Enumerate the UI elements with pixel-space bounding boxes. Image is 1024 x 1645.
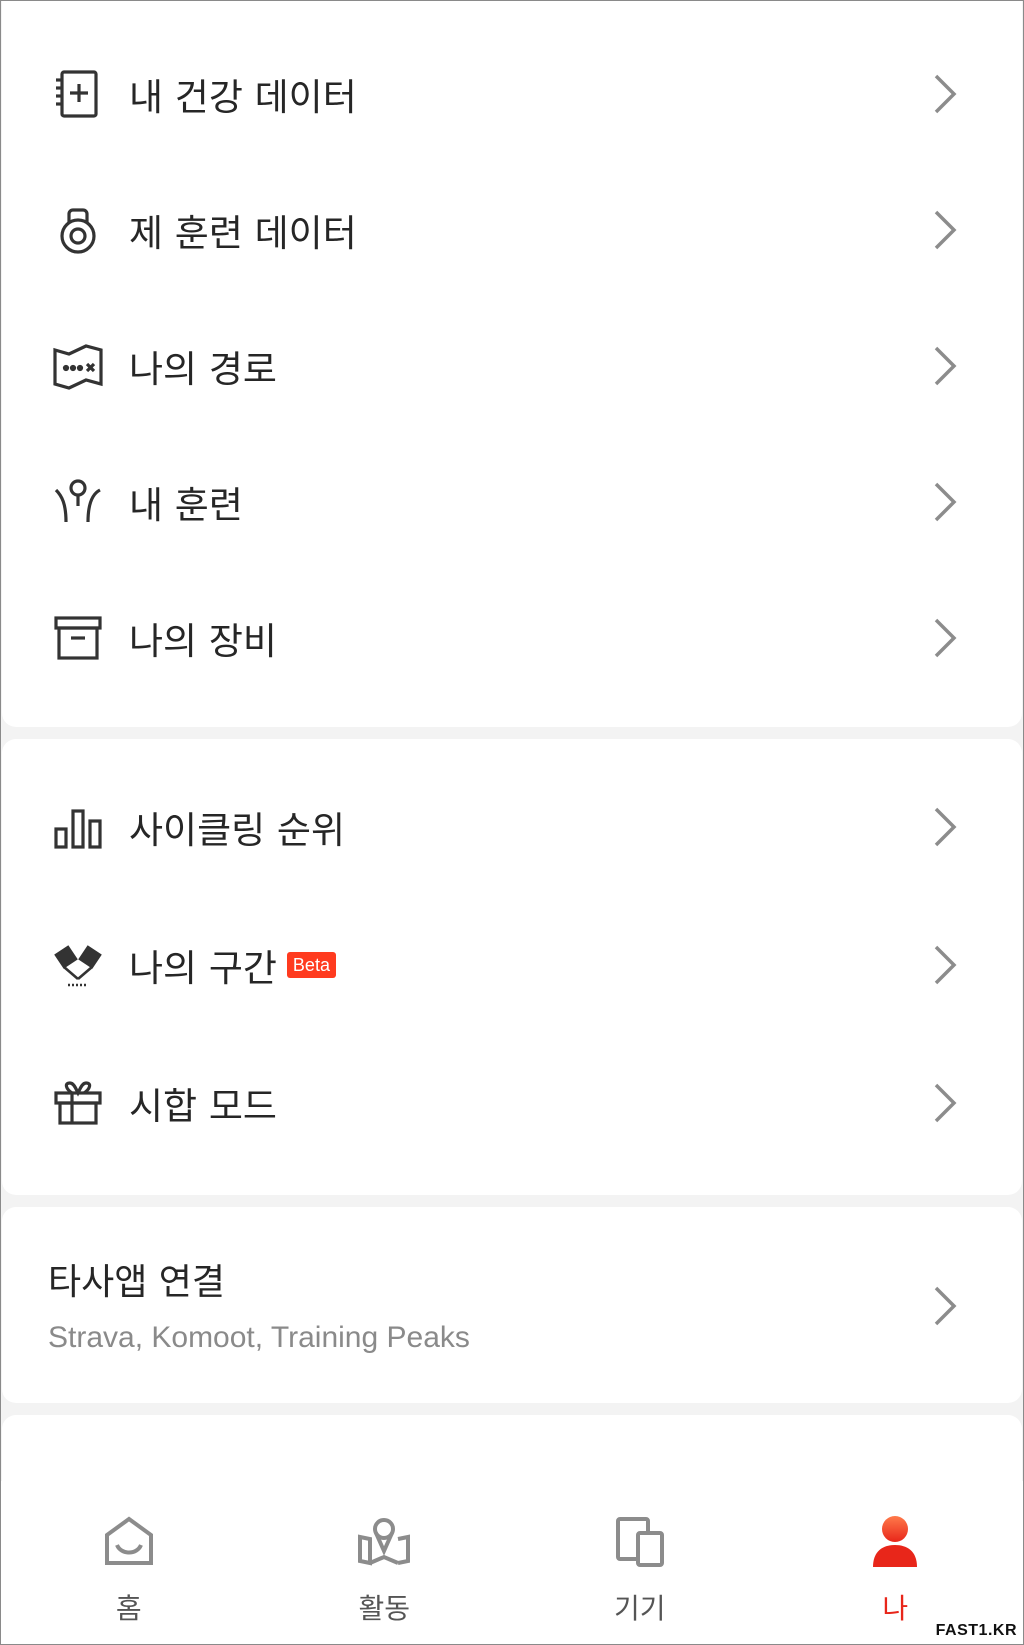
nav-label: 나 bbox=[882, 1592, 909, 1625]
chevron-right-icon bbox=[932, 944, 958, 986]
menu-item-equipment[interactable]: 나의 장비 bbox=[2, 570, 1022, 706]
menu-item-routes[interactable]: 나의 경로 bbox=[2, 298, 1022, 434]
menu-item-label: 사이클링 순위 bbox=[129, 809, 346, 852]
devices-icon bbox=[610, 1511, 670, 1571]
nav-profile[interactable]: 나 bbox=[768, 1481, 1024, 1644]
ranking-bars-icon bbox=[52, 801, 104, 853]
health-data-icon bbox=[52, 68, 104, 120]
route-map-icon bbox=[52, 340, 104, 392]
chevron-right-icon bbox=[932, 481, 958, 523]
menu-item-label: 나의 구간 Beta bbox=[129, 938, 336, 992]
menu-item-training-data[interactable]: 제 훈련 데이터 bbox=[2, 162, 1022, 298]
third-party-title: 타사앱 연결 bbox=[48, 1262, 226, 1303]
segment-flags-icon bbox=[52, 939, 104, 991]
menu-item-segments[interactable]: 나의 구간 Beta bbox=[2, 897, 1022, 1033]
watermark: FAST1.KR bbox=[935, 1622, 1017, 1639]
menu-item-label-text: 나의 구간 bbox=[129, 947, 277, 990]
chevron-right-icon bbox=[932, 209, 958, 251]
nav-label: 홈 bbox=[115, 1592, 142, 1625]
menu-item-label: 나의 장비 bbox=[129, 620, 277, 663]
menu-item-label: 제 훈련 데이터 bbox=[129, 212, 357, 255]
equipment-box-icon bbox=[52, 612, 104, 664]
race-gift-icon bbox=[52, 1077, 104, 1129]
kettlebell-icon bbox=[52, 204, 104, 256]
chevron-right-icon bbox=[932, 806, 958, 848]
menu-item-health-data[interactable]: 내 건강 데이터 bbox=[2, 26, 1022, 162]
nav-activity[interactable]: 활동 bbox=[257, 1481, 513, 1644]
beta-badge: Beta bbox=[286, 952, 336, 978]
nav-label: 기기 bbox=[613, 1592, 666, 1625]
menu-item-my-training[interactable]: 내 훈련 bbox=[2, 434, 1022, 570]
menu-card-cycling: 사이클링 순위 나의 구간 Beta 시합 모드 bbox=[2, 739, 1022, 1195]
activity-map-icon bbox=[354, 1511, 414, 1571]
menu-item-label: 내 건강 데이터 bbox=[129, 76, 357, 119]
menu-item-label: 시합 모드 bbox=[129, 1085, 277, 1128]
nav-devices[interactable]: 기기 bbox=[512, 1481, 768, 1644]
third-party-subtitle: Strava, Komoot, Training Peaks bbox=[48, 1321, 470, 1354]
menu-item-label: 내 훈련 bbox=[129, 484, 243, 527]
chevron-right-icon bbox=[932, 617, 958, 659]
profile-icon bbox=[865, 1511, 925, 1571]
chevron-right-icon bbox=[932, 345, 958, 387]
training-icon bbox=[52, 476, 104, 528]
menu-item-label: 나의 경로 bbox=[129, 348, 277, 391]
chevron-right-icon bbox=[932, 73, 958, 115]
nav-label: 활동 bbox=[358, 1592, 411, 1625]
chevron-right-icon bbox=[932, 1082, 958, 1124]
menu-item-race-mode[interactable]: 시합 모드 bbox=[2, 1035, 1022, 1171]
third-party-apps-card[interactable]: 타사앱 연결 Strava, Komoot, Training Peaks bbox=[2, 1207, 1022, 1403]
chevron-right-icon bbox=[932, 1285, 958, 1327]
nav-home[interactable]: 홈 bbox=[1, 1481, 257, 1644]
menu-card-personal: 내 건강 데이터 제 훈련 데이터 나의 경로 내 훈련 나의 장비 bbox=[2, 1, 1022, 727]
bottom-navigation: 홈 활동 기기 나 bbox=[1, 1481, 1023, 1644]
menu-item-cycling-ranking[interactable]: 사이클링 순위 bbox=[2, 759, 1022, 895]
home-icon bbox=[99, 1511, 159, 1571]
screen-frame: 내 건강 데이터 제 훈련 데이터 나의 경로 내 훈련 나의 장비 사이클링 … bbox=[0, 0, 1024, 1645]
